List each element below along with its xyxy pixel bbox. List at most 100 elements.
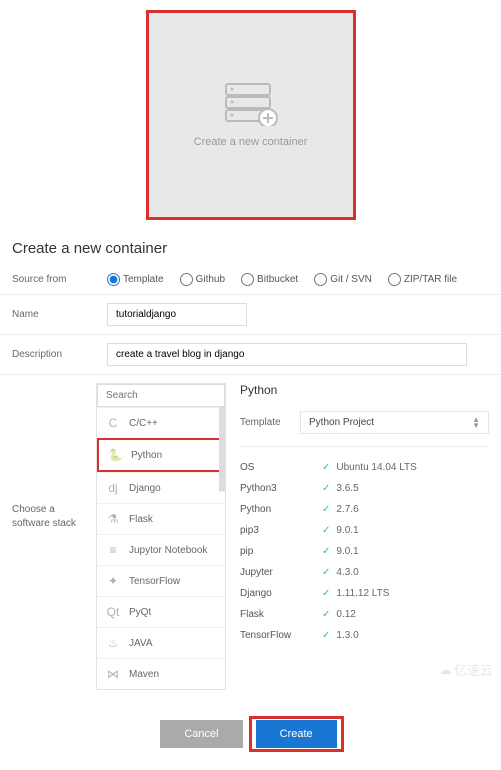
page-title: Create a new container: [12, 240, 501, 257]
stack-item-label: PyQt: [129, 607, 151, 618]
spec-row: TensorFlow✓1.3.0: [240, 625, 489, 646]
check-icon: ✓: [322, 462, 330, 473]
template-select[interactable]: Python Project ▲▼: [300, 411, 489, 434]
spec-row: Jupyter✓4.3.0: [240, 562, 489, 583]
spec-key: OS: [240, 462, 322, 473]
spec-value: ✓1.11.12 LTS: [322, 588, 389, 599]
spec-row: Django✓1.11.12 LTS: [240, 583, 489, 604]
source-label: Source from: [12, 274, 107, 285]
template-label: Template: [240, 417, 300, 428]
spec-value: ✓9.0.1: [322, 525, 359, 536]
stack-icon: dj: [105, 480, 121, 496]
name-input[interactable]: [107, 303, 247, 326]
create-button[interactable]: Create: [256, 720, 337, 748]
description-label: Description: [12, 349, 107, 360]
spec-key: Flask: [240, 609, 322, 620]
tile-text: Create a new container: [194, 136, 308, 148]
spec-row: pip✓9.0.1: [240, 541, 489, 562]
name-row: Name: [0, 295, 501, 335]
source-row: Source from Template Github Bitbucket Git /…: [0, 265, 501, 295]
stack-item-label: Jupytor Notebook: [129, 545, 207, 556]
stack-item-label: JAVA: [129, 638, 153, 649]
stack-item-tensorflow[interactable]: ✦ TensorFlow: [97, 565, 225, 596]
name-label: Name: [12, 309, 107, 320]
stack-item-java[interactable]: ♨ JAVA: [97, 627, 225, 658]
spec-value: ✓1.3.0: [322, 630, 359, 641]
stack-item-label: Flask: [129, 514, 153, 525]
spec-key: pip3: [240, 525, 322, 536]
spec-value: ✓2.7.6: [322, 504, 359, 515]
container-icon: [224, 82, 278, 126]
stack-row: Choose a software stack C C/C++ 🐍 Python dj D…: [0, 375, 501, 698]
details-title: Python: [240, 383, 489, 397]
spec-key: Python3: [240, 483, 322, 494]
spec-value: ✓9.0.1: [322, 546, 359, 557]
source-option-bitbucket[interactable]: Bitbucket: [241, 273, 298, 286]
stack-item-label: Maven: [129, 669, 159, 680]
source-radio[interactable]: [314, 273, 327, 286]
source-option-github[interactable]: Github: [180, 273, 225, 286]
check-icon: ✓: [322, 483, 330, 494]
description-row: Description: [0, 335, 501, 375]
source-radio[interactable]: [180, 273, 193, 286]
stack-item-maven[interactable]: ⋈ Maven: [97, 658, 225, 689]
spec-key: Python: [240, 504, 322, 515]
watermark: ☁ 亿速云: [439, 660, 493, 679]
stack-icon: ✦: [105, 573, 121, 589]
check-icon: ✓: [322, 588, 330, 599]
stack-icon: C: [105, 415, 121, 431]
check-icon: ✓: [322, 525, 330, 536]
source-radios: Template Github Bitbucket Git / SVN ZIP/TAR …: [107, 273, 489, 286]
stack-item-label: Django: [129, 483, 161, 494]
stack-icon: ♨: [105, 635, 121, 651]
stack-list: C C/C++ 🐍 Python dj Django ⚗ Flask ≡ Jupytor Note…: [97, 407, 225, 689]
spec-key: Jupyter: [240, 567, 322, 578]
spec-key: pip: [240, 546, 322, 557]
source-radio[interactable]: [388, 273, 401, 286]
button-bar: Cancel Create: [0, 698, 501, 770]
source-option-gitsvn[interactable]: Git / SVN: [314, 273, 372, 286]
stack-item-jupytornotebook[interactable]: ≡ Jupytor Notebook: [97, 534, 225, 565]
spec-value: ✓Ubuntu 14.04 LTS: [322, 462, 417, 473]
stack-item-label: Python: [131, 450, 162, 461]
template-value: Python Project: [309, 417, 374, 428]
description-input[interactable]: [107, 343, 467, 366]
stack-item-django[interactable]: dj Django: [97, 472, 225, 503]
stack-item-label: C/C++: [129, 418, 158, 429]
check-icon: ✓: [322, 567, 330, 578]
source-option-template[interactable]: Template: [107, 273, 164, 286]
spec-row: Python3✓3.6.5: [240, 478, 489, 499]
spec-row: OS✓Ubuntu 14.04 LTS: [240, 457, 489, 478]
stack-item-flask[interactable]: ⚗ Flask: [97, 503, 225, 534]
spec-value: ✓4.3.0: [322, 567, 359, 578]
check-icon: ✓: [322, 504, 330, 515]
check-icon: ✓: [322, 630, 330, 641]
stack-item-python[interactable]: 🐍 Python: [97, 438, 225, 472]
stack-picker: C C/C++ 🐍 Python dj Django ⚗ Flask ≡ Jupytor Note…: [96, 383, 226, 690]
spec-key: TensorFlow: [240, 630, 322, 641]
check-icon: ✓: [322, 609, 330, 620]
source-radio[interactable]: [241, 273, 254, 286]
stack-label: Choose a software stack: [12, 383, 82, 690]
stack-icon: ⚗: [105, 511, 121, 527]
spec-value: ✓3.6.5: [322, 483, 359, 494]
stack-item-cc[interactable]: C C/C++: [97, 407, 225, 438]
create-container-tile[interactable]: Create a new container: [146, 10, 356, 220]
stack-icon: Qt: [105, 604, 121, 620]
stack-icon: ⋈: [105, 666, 121, 682]
cancel-button[interactable]: Cancel: [160, 720, 242, 748]
cloud-icon: ☁: [439, 662, 452, 678]
stack-item-pyqt[interactable]: Qt PyQt: [97, 596, 225, 627]
source-radio[interactable]: [107, 273, 120, 286]
stack-icon: 🐍: [107, 447, 123, 463]
check-icon: ✓: [322, 546, 330, 557]
stack-item-label: TensorFlow: [129, 576, 180, 587]
search-input[interactable]: [97, 384, 225, 407]
select-arrows-icon: ▲▼: [472, 417, 480, 428]
source-option-ziptarfile[interactable]: ZIP/TAR file: [388, 273, 457, 286]
spec-row: Python✓2.7.6: [240, 499, 489, 520]
spec-key: Django: [240, 588, 322, 599]
stack-icon: ≡: [105, 542, 121, 558]
spec-value: ✓0.12: [322, 609, 356, 620]
details-panel: Python Template Python Project ▲▼ OS✓Ubu…: [240, 383, 489, 690]
